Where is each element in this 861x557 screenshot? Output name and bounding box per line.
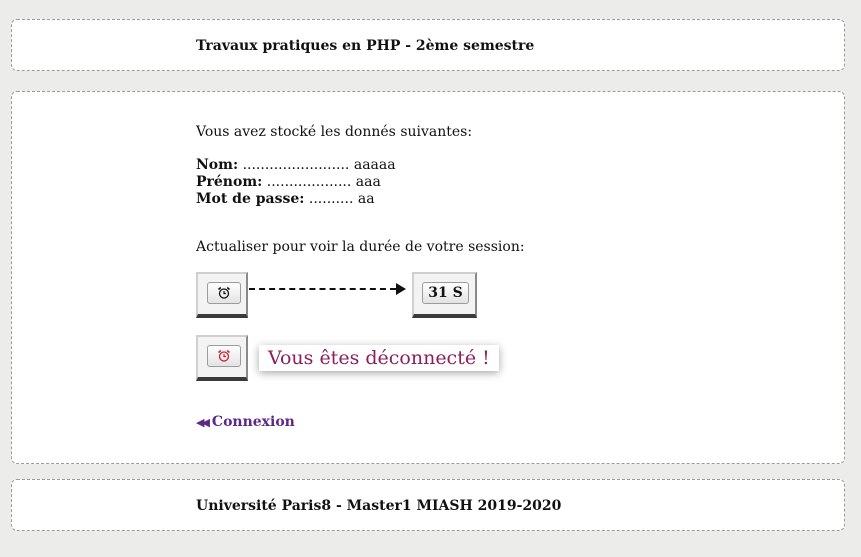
- field-value: aa: [357, 191, 375, 207]
- field-dots: ........................: [238, 157, 354, 173]
- stored-fields: Nom: ........................ aaaaa Prén…: [196, 157, 396, 208]
- login-link[interactable]: ◀◀ Connexion: [196, 414, 295, 430]
- refresh-instruction: Actualiser pour voir la durée de votre s…: [196, 239, 525, 255]
- footer-panel: Université Paris8 - Master1 MIASH 2019-2…: [11, 479, 845, 531]
- double-arrow-left-icon: ◀◀: [196, 416, 210, 429]
- field-label: Prénom:: [196, 174, 263, 190]
- session-end-timer-button[interactable]: [196, 335, 248, 381]
- disconnected-message: Vous êtes déconnecté !: [259, 345, 499, 371]
- header-panel: Travaux pratiques en PHP - 2ème semestre: [11, 19, 845, 71]
- field-prenom: Prénom: ................... aaa: [196, 174, 396, 191]
- field-nom: Nom: ........................ aaaaa: [196, 157, 396, 174]
- field-value: aaa: [355, 174, 381, 190]
- alarm-clock-icon: [218, 349, 230, 362]
- field-dots: ..........: [304, 191, 358, 207]
- session-start-timer-button[interactable]: [196, 272, 248, 318]
- page-title: Travaux pratiques en PHP - 2ème semestre: [196, 38, 535, 54]
- field-label: Nom:: [196, 157, 239, 173]
- login-link-label: Connexion: [211, 414, 295, 430]
- arrow-head-icon: [396, 283, 406, 295]
- footer-text: Université Paris8 - Master1 MIASH 2019-2…: [196, 498, 562, 514]
- timer-button-face[interactable]: [207, 282, 241, 304]
- field-mot-de-passe: Mot de passe: .......... aa: [196, 191, 396, 208]
- dashed-arrow-line: [249, 288, 396, 290]
- main-panel: Vous avez stocké les donnés suivantes: N…: [11, 91, 845, 464]
- duration-value: 31 S: [422, 282, 469, 304]
- intro-text: Vous avez stocké les donnés suivantes:: [196, 124, 473, 140]
- field-dots: ...................: [262, 174, 356, 190]
- timer-button-face[interactable]: [207, 345, 241, 367]
- field-value: aaaaa: [353, 157, 396, 173]
- session-duration-display: 31 S: [412, 272, 477, 318]
- alarm-clock-icon: [218, 286, 230, 299]
- field-label: Mot de passe:: [196, 191, 305, 207]
